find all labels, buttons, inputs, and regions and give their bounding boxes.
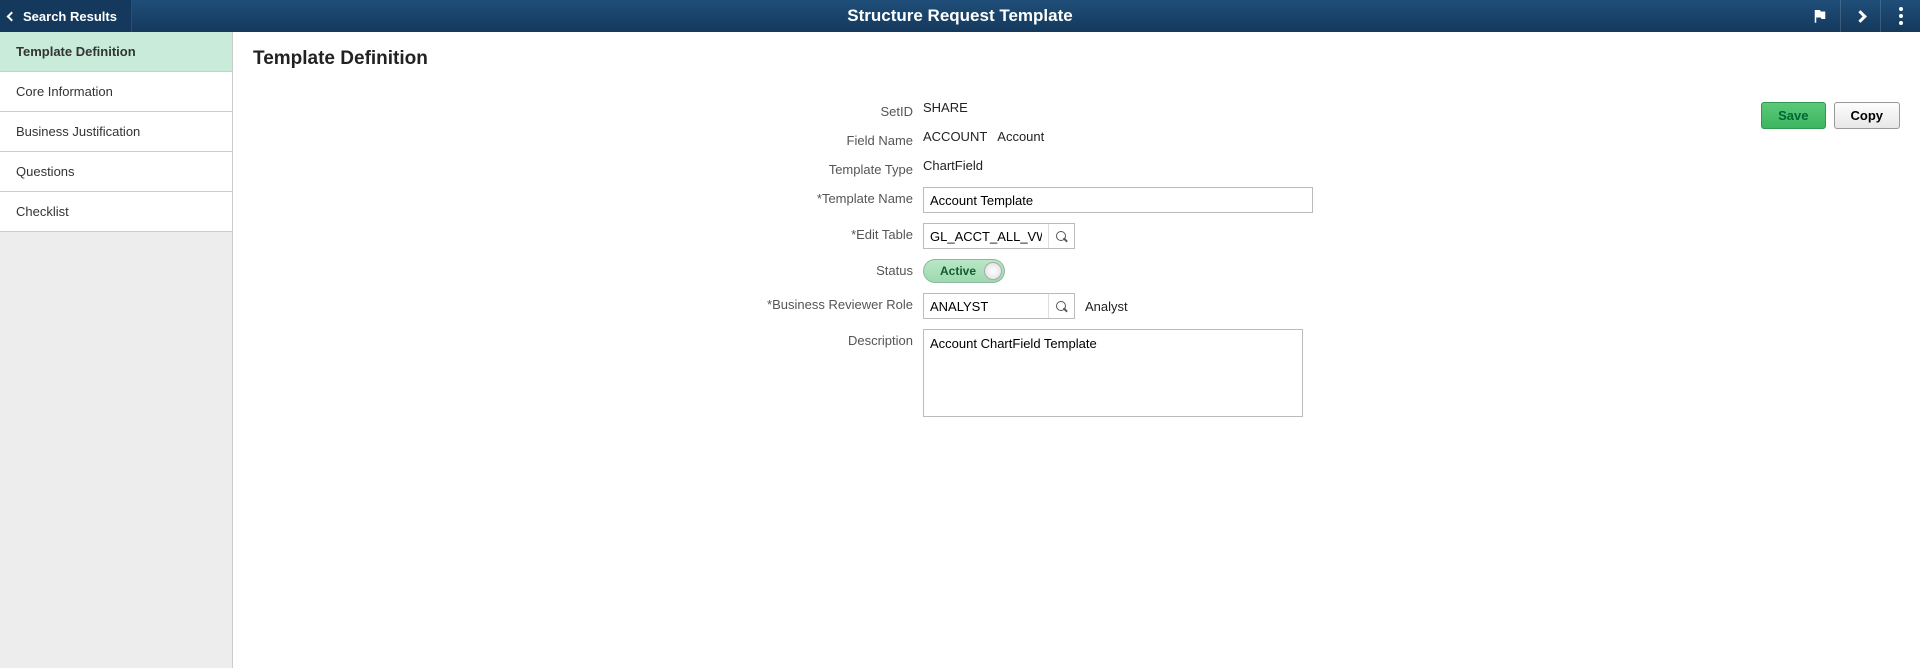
- description-textarea[interactable]: [923, 329, 1303, 417]
- header-actions: [1800, 0, 1920, 32]
- sidebar: Template Definition Core Information Bus…: [0, 32, 233, 668]
- sidebar-item-label: Core Information: [16, 84, 113, 99]
- reviewer-description: Analyst: [1085, 299, 1128, 314]
- sidebar-item-business-justification[interactable]: Business Justification: [0, 112, 232, 152]
- status-label: Status: [253, 259, 923, 278]
- reviewer-input[interactable]: [924, 294, 1048, 318]
- templatetype-value: ChartField: [923, 158, 983, 173]
- vertical-dots-icon: [1899, 7, 1903, 25]
- main-content: Template Definition Save Copy SetID SHAR…: [233, 32, 1920, 668]
- flag-icon: [1811, 7, 1829, 25]
- header-title: Structure Request Template: [847, 6, 1072, 26]
- app-header: Search Results Structure Request Templat…: [0, 0, 1920, 32]
- sidebar-item-label: Questions: [16, 164, 75, 179]
- status-toggle[interactable]: Active: [923, 259, 1005, 283]
- save-button[interactable]: Save: [1761, 102, 1825, 129]
- fieldname-value: ACCOUNT: [923, 129, 987, 144]
- page-title: Template Definition: [253, 48, 1900, 70]
- fieldname-label: Field Name: [253, 129, 923, 148]
- setid-value: SHARE: [923, 100, 968, 115]
- sidebar-item-label: Checklist: [16, 204, 69, 219]
- setid-label: SetID: [253, 100, 923, 119]
- template-definition-form: SetID SHARE Field Name ACCOUNT Account T…: [253, 100, 1900, 417]
- search-icon: [1056, 301, 1067, 312]
- action-bar: Save Copy: [1761, 102, 1900, 129]
- reviewer-lookup-button[interactable]: [1048, 294, 1074, 318]
- chevron-right-icon: [1854, 10, 1867, 23]
- templatename-label: *Template Name: [253, 187, 923, 206]
- edittable-lookup-button[interactable]: [1048, 224, 1074, 248]
- reviewer-lookup: [923, 293, 1075, 319]
- sidebar-item-label: Template Definition: [16, 44, 136, 59]
- notifications-button[interactable]: [1800, 0, 1840, 32]
- next-button[interactable]: [1840, 0, 1880, 32]
- sidebar-item-template-definition[interactable]: Template Definition: [0, 32, 232, 72]
- description-label: Description: [253, 329, 923, 348]
- edittable-lookup: [923, 223, 1075, 249]
- status-toggle-label: Active: [940, 264, 976, 278]
- back-label: Search Results: [23, 9, 117, 24]
- sidebar-item-core-information[interactable]: Core Information: [0, 72, 232, 112]
- search-icon: [1056, 231, 1067, 242]
- templatename-input[interactable]: [923, 187, 1313, 213]
- sidebar-item-checklist[interactable]: Checklist: [0, 192, 232, 232]
- sidebar-item-questions[interactable]: Questions: [0, 152, 232, 192]
- fieldname-description: Account: [997, 129, 1044, 144]
- templatetype-label: Template Type: [253, 158, 923, 177]
- reviewer-label: *Business Reviewer Role: [253, 293, 923, 312]
- sidebar-item-label: Business Justification: [16, 124, 140, 139]
- edittable-label: *Edit Table: [253, 223, 923, 242]
- edittable-input[interactable]: [924, 224, 1048, 248]
- copy-button[interactable]: Copy: [1834, 102, 1901, 129]
- chevron-left-icon: [7, 11, 17, 21]
- toggle-knob-icon: [984, 262, 1002, 280]
- back-search-results[interactable]: Search Results: [0, 0, 132, 32]
- actions-menu-button[interactable]: [1880, 0, 1920, 32]
